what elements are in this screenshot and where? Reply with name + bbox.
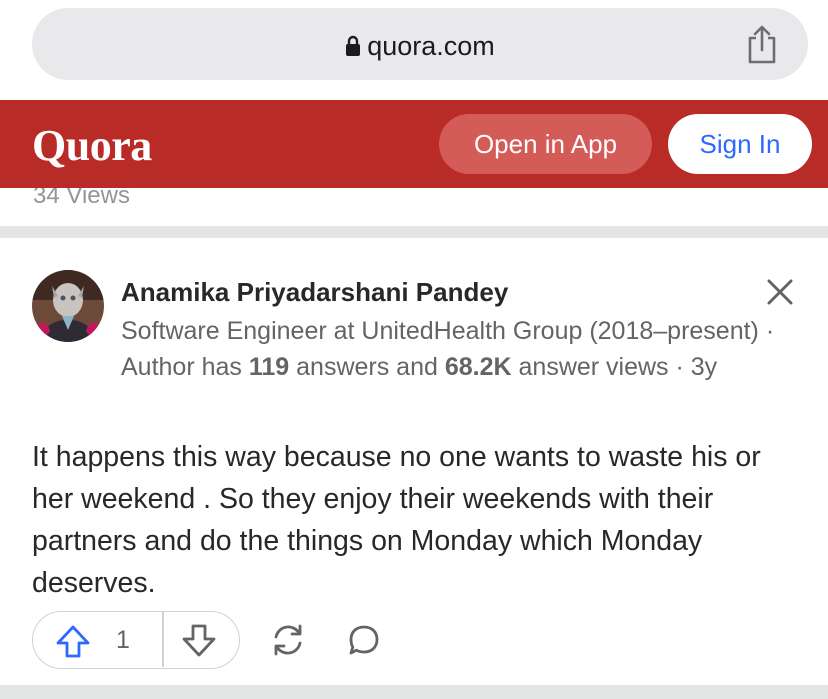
close-icon[interactable] [764, 276, 796, 308]
section-divider [0, 226, 828, 238]
downvote-arrow-icon[interactable] [181, 623, 217, 659]
reshare-icon[interactable] [270, 622, 306, 658]
upvote-arrow-icon[interactable] [55, 623, 91, 659]
credential-end: answer views · 3y [511, 353, 718, 381]
lock-icon [346, 35, 361, 56]
avatar-image [32, 270, 104, 342]
credential-middle: answers and [289, 353, 445, 381]
address-bar[interactable]: quora.com [32, 8, 808, 80]
previous-item: 34 Views [0, 188, 828, 226]
url-display[interactable]: quora.com [32, 32, 808, 60]
section-divider-bottom [0, 685, 828, 699]
answer-body: It happens this way because no one wants… [32, 441, 761, 599]
url-text: quora.com [367, 31, 495, 61]
share-icon[interactable] [744, 24, 780, 64]
upvote-count: 1 [116, 626, 130, 654]
author-name[interactable]: Anamika Priyadarshani Pandey [121, 277, 508, 308]
sign-in-button[interactable]: Sign In [668, 114, 812, 174]
open-in-app-button[interactable]: Open in App [439, 114, 652, 174]
views-count: 34 Views [33, 188, 130, 209]
answers-count: 119 [248, 353, 290, 381]
vote-separator [162, 612, 164, 667]
author-credential: Software Engineer at UnitedHealth Group … [121, 313, 781, 385]
vote-control: 1 [32, 611, 240, 669]
browser-toolbar: quora.com [0, 0, 828, 100]
answer-views-count: 68.2K [444, 353, 512, 381]
avatar[interactable] [32, 270, 104, 342]
quora-logo[interactable]: Quora [32, 120, 152, 171]
quora-header: Quora Open in App Sign In [0, 100, 828, 188]
comment-icon[interactable] [346, 622, 382, 658]
